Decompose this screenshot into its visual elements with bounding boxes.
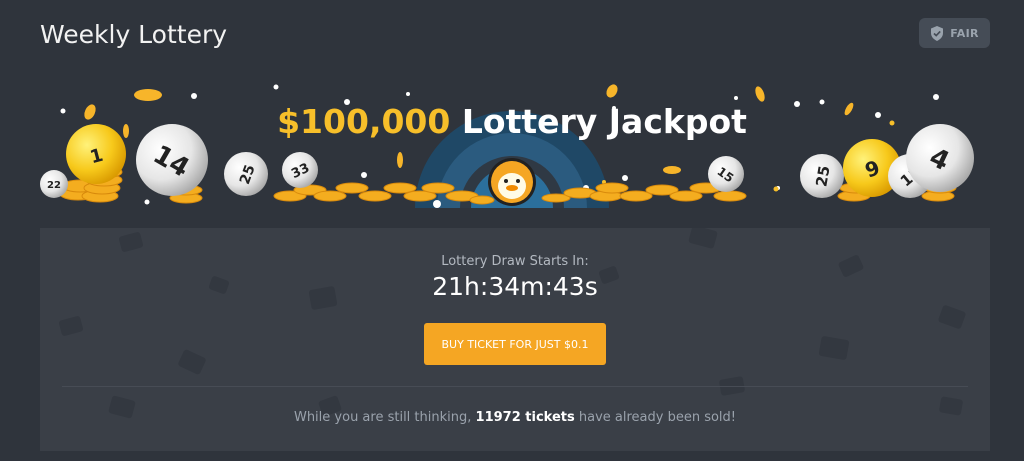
- buy-ticket-button[interactable]: BUY TICKET FOR JUST $0.1: [424, 323, 606, 365]
- page-title: Weekly Lottery: [40, 20, 228, 49]
- lottery-panel: Lottery Draw Starts In: 21h:34m:43s BUY …: [40, 228, 990, 451]
- lottery-ball-33: 33: [282, 152, 318, 188]
- tickets-sold-count: 11972 tickets: [475, 410, 575, 425]
- lottery-ball-15: 15: [708, 156, 744, 192]
- jackpot-banner: 22 1 14 25 33 15 25 9 11 4: [0, 78, 1024, 228]
- shield-check-icon: [931, 25, 944, 41]
- lottery-ball-25-left: 25: [224, 152, 268, 196]
- lottery-ball-25-right: 25: [800, 154, 844, 198]
- svg-text:22: 22: [47, 180, 61, 191]
- jackpot-title: $100,000 Lottery Jackpot: [0, 102, 1024, 141]
- svg-text:25: 25: [812, 164, 833, 188]
- tickets-sold-message: While you are still thinking, 11972 tick…: [40, 410, 990, 425]
- countdown-timer: 21h:34m:43s: [432, 272, 598, 301]
- lottery-ball-22: 22: [40, 170, 68, 198]
- fair-button-label: FAIR: [950, 26, 979, 40]
- sold-prefix: While you are still thinking,: [293, 410, 472, 425]
- jackpot-label: Lottery Jackpot: [461, 102, 747, 141]
- jackpot-amount: $100,000: [277, 102, 451, 141]
- duck-icon: [488, 158, 536, 206]
- sold-suffix: have already been sold!: [578, 410, 737, 425]
- divider: [62, 386, 968, 387]
- fair-button[interactable]: FAIR: [919, 18, 990, 48]
- draw-label: Lottery Draw Starts In:: [441, 254, 589, 269]
